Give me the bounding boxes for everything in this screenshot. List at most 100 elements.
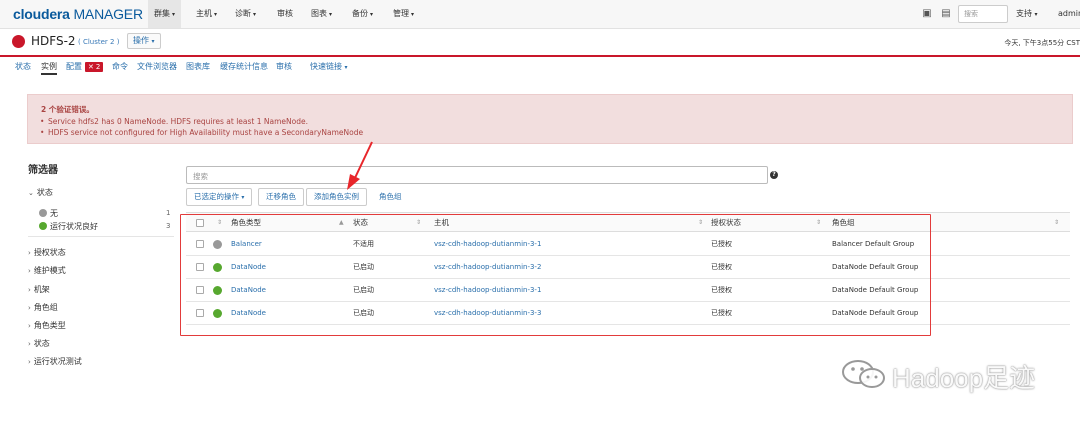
top-navbar: cloudera MANAGER 群集 ▾ 主机 ▾ 诊断 ▾ 审核 图表 ▾ 备份 ▾ …: [0, 0, 1080, 29]
parcel-icon[interactable]: ▣: [921, 8, 933, 20]
menu-clusters[interactable]: 群集 ▾: [148, 0, 182, 28]
service-status-icon: [12, 35, 25, 48]
role-type-link[interactable]: DataNode: [231, 256, 266, 279]
filter-group-label: 维护模式: [33, 266, 66, 275]
row-checkbox[interactable]: [196, 263, 204, 271]
search-placeholder: 搜索: [964, 10, 978, 18]
help-icon[interactable]: ?: [770, 171, 778, 179]
state-cell: 已启动: [353, 286, 374, 294]
state-cell: 已启动: [353, 263, 374, 271]
filter-count: 3: [166, 222, 171, 230]
caret-down-icon: ▾: [241, 194, 245, 201]
global-search-input[interactable]: 搜索: [958, 5, 1008, 23]
sort-icon[interactable]: ⇕: [698, 213, 703, 233]
column-state[interactable]: 状态: [353, 213, 368, 233]
selected-actions-button[interactable]: 已选定的操作 ▾: [186, 188, 253, 206]
timestamp[interactable]: 今天, 下午3点55分 CST: [1004, 38, 1080, 48]
table-header: ⇕ 角色类型 ▲ 状态 ⇕ 主机 ⇕ 授权状态 ⇕ 角色组 ⇕: [186, 212, 1070, 232]
filter-group-role-group[interactable]: › 角色组: [28, 302, 58, 313]
alert-item: Service hdfs2 has 0 NameNode. HDFS requi…: [40, 117, 308, 126]
tab-audits[interactable]: 审核: [276, 59, 292, 75]
tab-cache-statistics[interactable]: 缓存统计信息: [220, 59, 268, 75]
tab-file-browser[interactable]: 文件浏览器: [137, 59, 177, 75]
badge-count: 2: [95, 63, 101, 71]
tab-status[interactable]: 状态: [15, 59, 31, 75]
migrate-role-button[interactable]: 迁移角色: [258, 188, 304, 206]
menu-hosts[interactable]: 主机 ▾: [190, 0, 223, 28]
menu-administration[interactable]: 管理 ▾: [387, 0, 420, 28]
role-groups-link[interactable]: 角色组: [379, 188, 402, 206]
host-link[interactable]: vsz-cdh-hadoop-dutianmin-3-3: [434, 302, 541, 325]
filter-group-role-type[interactable]: › 角色类型: [28, 320, 66, 331]
table-row: DataNode 已启动 vsz-cdh-hadoop-dutianmin-3-…: [186, 256, 1070, 279]
role-group-cell: DataNode Default Group: [832, 309, 919, 317]
filter-item-good-health[interactable]: 运行状况良好: [39, 221, 98, 232]
filter-group-label: 机架: [33, 285, 50, 294]
tab-instances[interactable]: 实例: [41, 59, 57, 75]
host-link[interactable]: vsz-cdh-hadoop-dutianmin-3-1: [434, 279, 541, 302]
sort-icon[interactable]: ⇕: [217, 213, 222, 233]
logo-product: MANAGER: [73, 6, 143, 22]
tab-commands[interactable]: 命令: [112, 59, 128, 75]
select-all-checkbox[interactable]: [196, 219, 204, 227]
user-menu[interactable]: admin: [1058, 0, 1080, 28]
filter-group-status[interactable]: ⌄ 状态: [28, 187, 53, 198]
sort-icon[interactable]: ⇕: [816, 213, 821, 233]
wrench-icon: ✕: [88, 63, 94, 71]
support-menu[interactable]: 支持 ▾: [1016, 0, 1038, 29]
filter-group-commission[interactable]: › 授权状态: [28, 247, 66, 258]
commission-cell: 已授权: [711, 263, 732, 271]
watermark-text: Hadoop足迹: [892, 363, 1036, 393]
row-checkbox[interactable]: [196, 309, 204, 317]
role-type-link[interactable]: DataNode: [231, 279, 266, 302]
row-checkbox[interactable]: [196, 240, 204, 248]
running-commands-icon[interactable]: ▤: [940, 8, 952, 20]
column-host[interactable]: 主机: [434, 213, 449, 233]
column-role-type[interactable]: 角色类型: [231, 213, 261, 233]
role-type-link[interactable]: DataNode: [231, 302, 266, 325]
actions-dropdown-button[interactable]: 操作 ▾: [127, 33, 161, 49]
role-type-link[interactable]: Balancer: [231, 233, 262, 256]
menu-audits[interactable]: 审核: [271, 0, 299, 28]
menu-diagnostics[interactable]: 诊断 ▾: [229, 0, 262, 28]
filter-group-state[interactable]: › 状态: [28, 338, 50, 349]
cluster-link[interactable]: ( Cluster 2 ): [78, 38, 119, 46]
caret-down-icon: ▾: [1034, 11, 1038, 18]
sort-icon[interactable]: ⇕: [1054, 213, 1059, 233]
row-checkbox[interactable]: [196, 286, 204, 294]
cloudera-logo[interactable]: cloudera MANAGER: [13, 6, 143, 22]
filter-group-label: 授权状态: [33, 248, 66, 257]
tab-charts-library[interactable]: 图表库: [186, 59, 210, 75]
filter-group-health-tests[interactable]: › 运行状况测试: [28, 356, 82, 367]
alert-item: HDFS service not configured for High Ava…: [40, 128, 363, 137]
search-placeholder: 搜索: [193, 172, 208, 181]
tab-configuration[interactable]: 配置 ✕ 2: [66, 59, 104, 75]
filter-item-none[interactable]: 无: [39, 208, 58, 219]
chevron-down-icon: ⌄: [28, 189, 34, 197]
health-status-icon: [213, 263, 222, 272]
role-group-cell: DataNode Default Group: [832, 263, 919, 271]
annotation-arrow-icon: [347, 141, 373, 190]
filter-group-maintenance[interactable]: › 维护模式: [28, 265, 66, 276]
sort-asc-icon[interactable]: ▲: [339, 213, 344, 233]
menu-label: 备份: [352, 9, 368, 18]
quick-links-dropdown[interactable]: 快速链接 ▾: [310, 59, 348, 75]
instances-search-input[interactable]: 搜索: [186, 166, 768, 184]
filter-group-rack[interactable]: › 机架: [28, 284, 50, 295]
column-commission-state[interactable]: 授权状态: [711, 213, 741, 233]
filter-count: 1: [166, 209, 171, 217]
sort-icon[interactable]: ⇕: [416, 213, 421, 233]
caret-down-icon: ▾: [329, 11, 333, 18]
filter-item-label: 运行状况良好: [50, 222, 98, 231]
filter-group-label: 角色类型: [33, 321, 66, 330]
menu-backup[interactable]: 备份 ▾: [346, 0, 379, 28]
alert-title: 2 个验证错误。: [41, 105, 94, 114]
actions-label: 操作: [133, 36, 149, 45]
host-link[interactable]: vsz-cdh-hadoop-dutianmin-3-1: [434, 233, 541, 256]
caret-down-icon: ▾: [151, 38, 155, 45]
host-link[interactable]: vsz-cdh-hadoop-dutianmin-3-2: [434, 256, 541, 279]
filter-item-label: 无: [50, 209, 58, 218]
column-role-group[interactable]: 角色组: [832, 213, 855, 233]
caret-down-icon: ▾: [370, 11, 374, 18]
menu-charts[interactable]: 图表 ▾: [305, 0, 338, 28]
